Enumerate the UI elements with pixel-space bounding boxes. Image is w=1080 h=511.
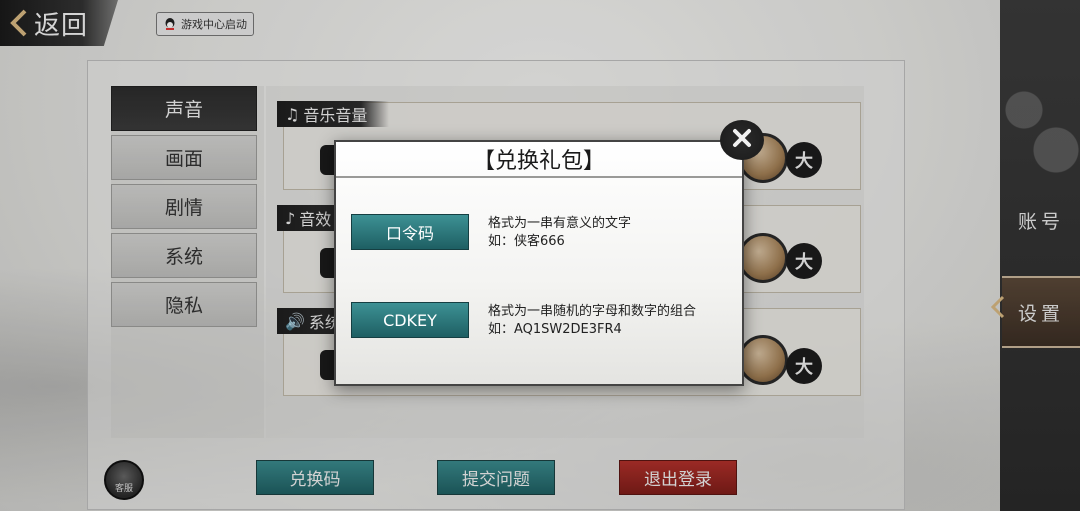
dialog-title: 【兑换礼包】 xyxy=(472,149,605,174)
title-divider xyxy=(336,176,742,178)
password-code-description: 格式为一串有意义的文字 如：侠客666 xyxy=(488,215,631,251)
cdkey-format-text: 格式为一串随机的字母和数字的组合 xyxy=(488,304,697,319)
cdkey-description: 格式为一串随机的字母和数字的组合 如：AQ1SW2DE3FR4 xyxy=(488,303,696,339)
close-icon xyxy=(730,126,754,154)
cdkey-label: CDKEY xyxy=(383,310,437,330)
cdkey-example-text: 如：AQ1SW2DE3FR4 xyxy=(488,322,622,337)
password-code-label: 口令码 xyxy=(385,224,434,243)
password-format-text: 格式为一串有意义的文字 xyxy=(488,216,632,231)
close-dialog-button[interactable] xyxy=(720,120,764,160)
password-code-button[interactable]: 口令码 xyxy=(351,214,469,250)
redeem-gift-dialog: 【兑换礼包】 口令码 格式为一串有意义的文字 如：侠客666 CDKEY 格式为… xyxy=(334,140,744,386)
password-example-text: 如：侠客666 xyxy=(488,234,565,249)
cdkey-button[interactable]: CDKEY xyxy=(351,302,469,338)
